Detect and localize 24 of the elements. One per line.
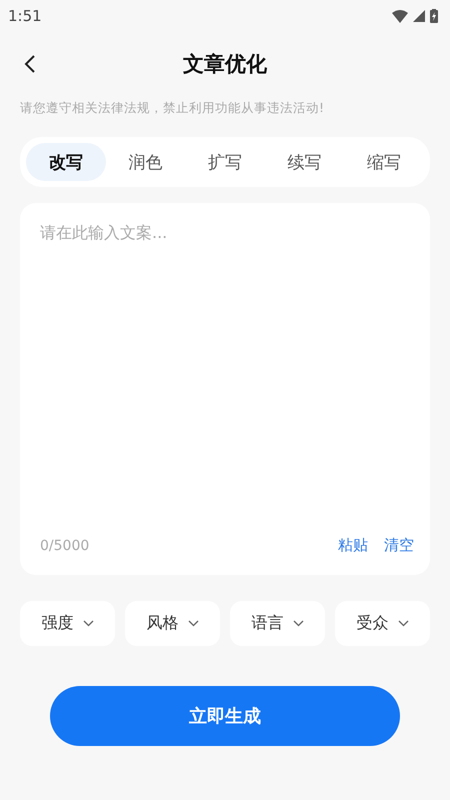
option-dropdown[interactable]: 风格: [125, 601, 220, 646]
tab[interactable]: 润色: [106, 143, 186, 181]
tab[interactable]: 缩写: [344, 143, 424, 181]
text-field[interactable]: 请在此输入文案... 0/5000 粘贴 清空: [20, 203, 430, 575]
chevron-down-icon: [292, 620, 304, 627]
status-time: 1:51: [8, 7, 42, 25]
option-dropdown[interactable]: 受众: [335, 601, 430, 646]
option-dropdown[interactable]: 语言: [230, 601, 325, 646]
wifi-icon: [392, 10, 408, 22]
generate-button[interactable]: 立即生成: [50, 686, 400, 746]
char-counter: 0/5000: [40, 538, 90, 554]
chevron-down-icon: [188, 620, 198, 627]
action-link[interactable]: 粘贴: [338, 536, 368, 555]
option-dropdown[interactable]: 强度: [20, 601, 115, 646]
signal-icon: [413, 10, 425, 22]
chevron-down-icon: [82, 620, 94, 627]
tab[interactable]: 改写: [26, 143, 106, 181]
action-link[interactable]: 清空: [384, 536, 414, 555]
battery-icon: [430, 9, 438, 23]
chevron-down-icon: [398, 620, 408, 627]
notice-text: 请您遵守相关法律法规，禁止利用功能从事违法活动!: [20, 100, 326, 117]
page-title: 文章优化: [183, 51, 267, 78]
tab[interactable]: 扩写: [185, 143, 265, 181]
tab[interactable]: 续写: [264, 143, 344, 181]
